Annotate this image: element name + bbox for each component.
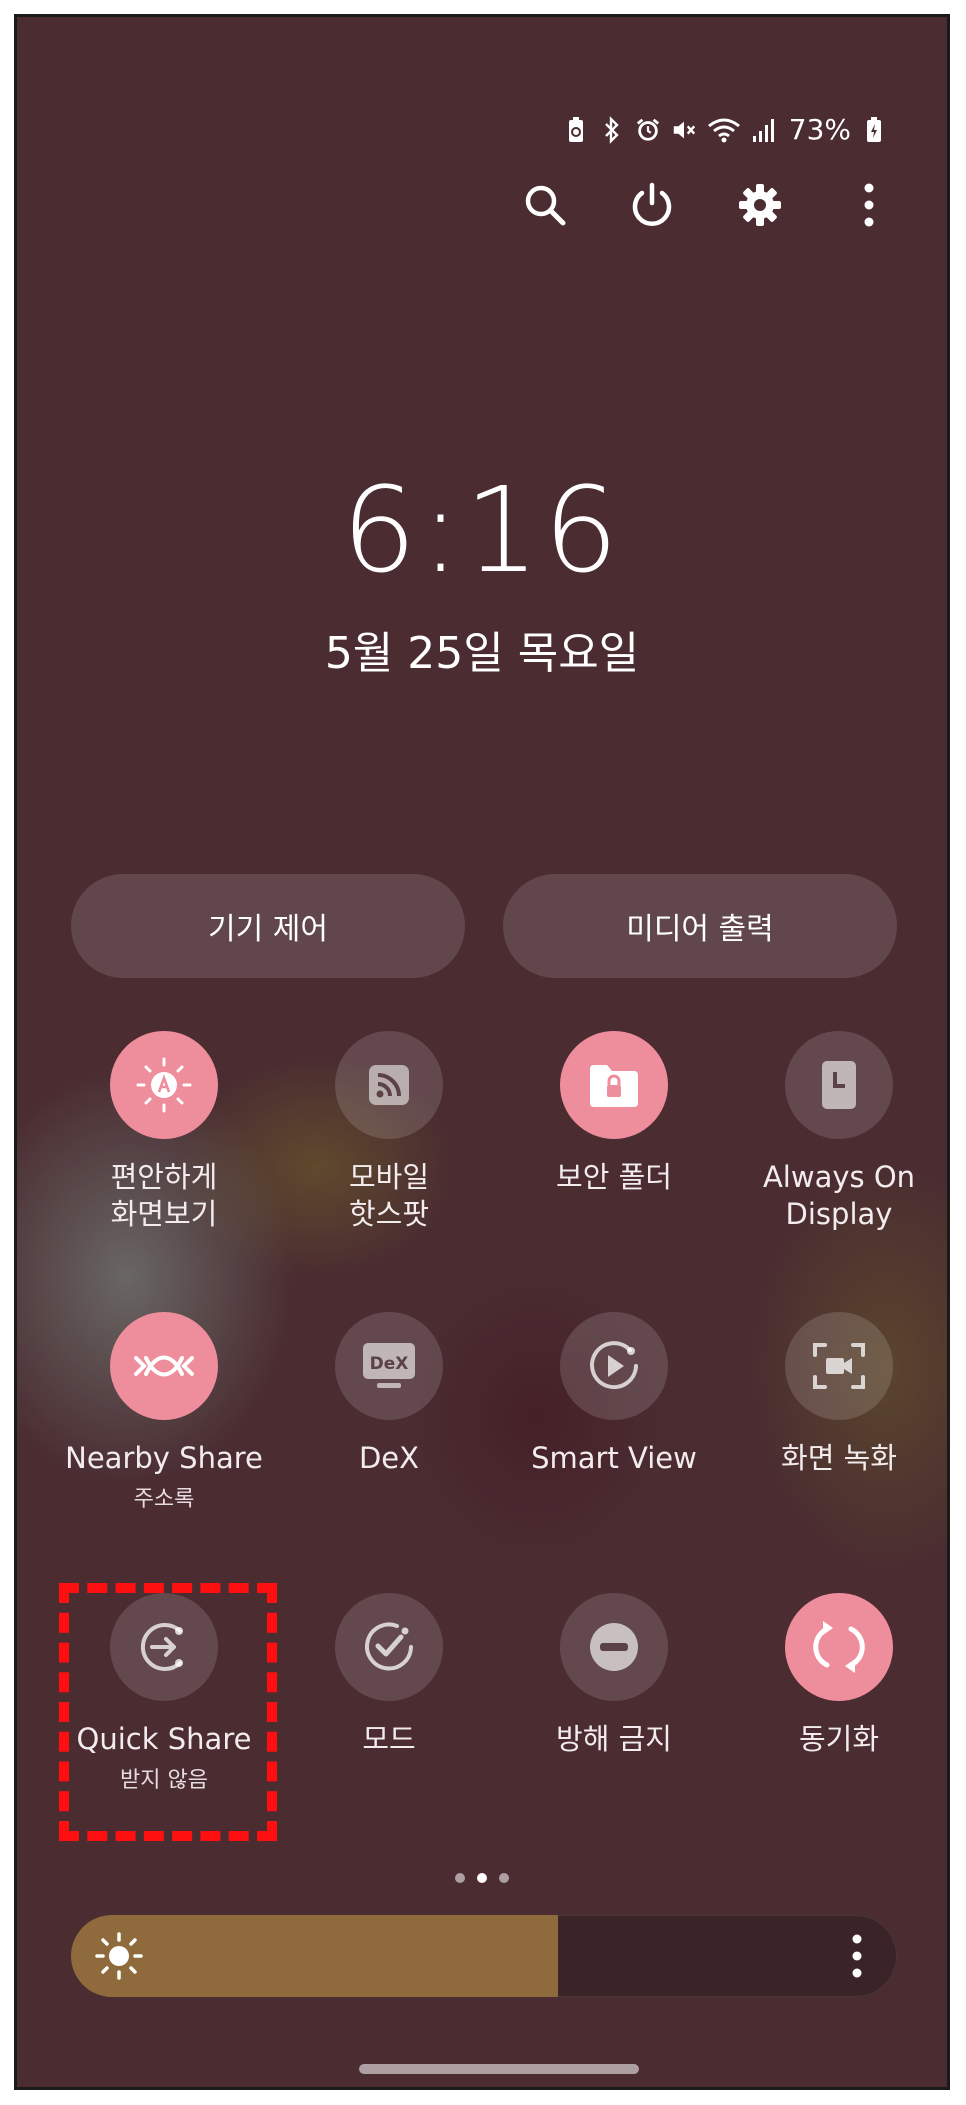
power-icon[interactable]	[622, 175, 682, 235]
tile-label-2: Display	[785, 1197, 893, 1231]
tile-label: 보안 폴더	[556, 1160, 672, 1194]
status-bar: 73%	[563, 113, 887, 146]
always-on-display-icon	[822, 1061, 856, 1109]
battery-percent: 73%	[788, 113, 851, 146]
mute-icon	[671, 115, 697, 145]
dex-icon-text: DeX	[370, 1354, 409, 1374]
tile-always-on-display[interactable]: Always On Display	[734, 1031, 944, 1233]
tile-label: Smart View	[531, 1441, 697, 1475]
eye-comfort-icon	[136, 1057, 192, 1113]
tile-modes[interactable]: 모드	[284, 1593, 494, 1758]
tile-sync[interactable]: 동기화	[734, 1593, 944, 1758]
tile-button[interactable]	[560, 1593, 668, 1701]
tile-eye-comfort[interactable]: 편안하게 화면보기	[59, 1031, 269, 1233]
navigation-handle[interactable]	[359, 2064, 639, 2074]
tile-label-2: 화면보기	[110, 1197, 218, 1231]
sync-icon	[813, 1621, 865, 1673]
tile-button[interactable]	[785, 1031, 893, 1139]
brightness-slider[interactable]	[71, 1915, 897, 1997]
brightness-fill	[71, 1915, 559, 1997]
tile-label: 모바일	[348, 1160, 430, 1194]
more-vertical-icon[interactable]	[839, 175, 899, 235]
dex-icon: DeX	[363, 1343, 415, 1388]
tile-sublabel: 주소록	[133, 1487, 195, 1512]
modes-icon	[365, 1622, 413, 1671]
tile-label: 화면 녹화	[781, 1441, 897, 1475]
tile-button[interactable]	[785, 1312, 893, 1420]
brightness-more-icon[interactable]	[847, 1931, 867, 1981]
tile-mobile-hotspot[interactable]: 모바일 핫스팟	[284, 1031, 494, 1233]
page-dot	[499, 1873, 509, 1883]
media-output-button[interactable]: 미디어 출력	[503, 874, 897, 978]
tile-label: Always On	[762, 1160, 916, 1194]
device-control-button[interactable]: 기기 제어	[71, 874, 465, 978]
tile-label: Nearby Share	[65, 1441, 263, 1475]
search-icon[interactable]	[515, 175, 575, 235]
tile-button[interactable]	[335, 1593, 443, 1701]
tile-dex[interactable]: DeX DeX	[284, 1312, 494, 1477]
tile-label: 모드	[362, 1722, 416, 1756]
tile-button[interactable]	[785, 1593, 893, 1701]
screen-record-icon	[813, 1343, 865, 1389]
tile-label: DeX	[358, 1441, 420, 1475]
nearby-share-icon	[134, 1355, 194, 1377]
smart-view-icon	[590, 1341, 638, 1390]
tile-label-2: 핫스팟	[348, 1197, 430, 1231]
page-indicator	[17, 1873, 947, 1883]
battery-saver-icon	[563, 115, 589, 145]
signal-icon	[751, 115, 777, 145]
gear-icon[interactable]	[730, 175, 790, 235]
brightness-sun-icon	[95, 1932, 143, 1980]
battery-icon	[861, 115, 887, 145]
quick-panel: 73% 6:16 5월 25일 목요일 기기 제어 미디어 출력 편안하게 화면…	[14, 14, 950, 2090]
quick-share-highlight	[59, 1583, 277, 1841]
hotspot-icon	[369, 1065, 409, 1105]
page-dot-active	[477, 1873, 487, 1883]
tile-button[interactable]	[110, 1031, 218, 1139]
tile-do-not-disturb[interactable]: 방해 금지	[509, 1593, 719, 1758]
page-dot	[455, 1873, 465, 1883]
tile-screen-recorder[interactable]: 화면 녹화	[734, 1312, 944, 1477]
tile-button[interactable]	[335, 1031, 443, 1139]
do-not-disturb-icon	[590, 1623, 638, 1671]
secure-folder-icon	[590, 1065, 638, 1107]
tile-button[interactable]	[560, 1031, 668, 1139]
wifi-icon	[707, 115, 741, 145]
tile-button[interactable]	[560, 1312, 668, 1420]
tile-secure-folder[interactable]: 보안 폴더	[509, 1031, 719, 1196]
tile-button[interactable]	[110, 1312, 218, 1420]
top-actions	[17, 175, 947, 235]
alarm-icon	[635, 115, 661, 145]
bluetooth-icon	[599, 115, 625, 145]
tile-button[interactable]: DeX	[335, 1312, 443, 1420]
tile-nearby-share[interactable]: Nearby Share 주소록	[59, 1312, 269, 1513]
tile-label: 편안하게	[110, 1160, 218, 1194]
clock-date: 5월 25일 목요일	[324, 628, 640, 679]
tile-label: 방해 금지	[556, 1722, 672, 1756]
tile-smart-view[interactable]: Smart View	[509, 1312, 719, 1477]
tile-label: 동기화	[798, 1722, 880, 1756]
clock-time: 6:16	[341, 461, 623, 599]
